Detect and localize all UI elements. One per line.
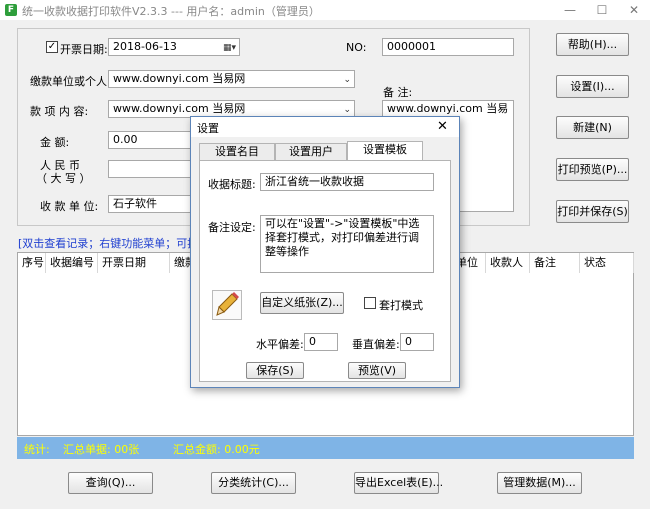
receipt-title-label: 收据标题: — [208, 178, 256, 191]
remark-setting-label: 备注设定: — [208, 221, 256, 234]
column-header-remark[interactable]: 备注 — [530, 253, 580, 273]
invoice-date-checkbox[interactable]: ✓ — [46, 41, 58, 53]
receiver-label: 收 款 单 位: — [40, 200, 99, 213]
chevron-down-icon[interactable]: ⌄ — [343, 103, 351, 117]
template-tab-panel: 收据标题: 浙江省统一收款收据 备注设定: 可以在"设置"->"设置模板"中选择… — [199, 160, 451, 382]
stats-bar: 统计: 汇总单据: 00张 汇总金额: 0.00元 — [17, 437, 634, 459]
rmb-label-line2: （ 大 写 ） — [36, 172, 91, 185]
no-label: NO: — [346, 41, 367, 54]
pencil-icon — [212, 290, 242, 320]
invoice-date-value: 2018-06-13 — [113, 40, 177, 53]
no-field[interactable]: 0000001 — [382, 38, 514, 56]
chevron-down-icon[interactable]: ⌄ — [343, 73, 351, 87]
payer-label: 缴款单位或个人: — [30, 75, 111, 88]
query-button[interactable]: 查询(Q)... — [68, 472, 153, 494]
dialog-title: 设置 — [197, 122, 219, 135]
title-bar: F 统一收款收据打印软件V2.3.3 --- 用户名：admin（管理员） — … — [0, 0, 650, 20]
overprint-label: 套打模式 — [379, 299, 423, 312]
dialog-title-bar: 设置 ✕ — [191, 117, 459, 137]
payer-combo[interactable]: www.downyi.com 当易网 ⌄ — [108, 70, 355, 88]
custom-paper-button[interactable]: 自定义纸张(Z)... — [260, 292, 344, 314]
overprint-checkbox[interactable] — [364, 297, 376, 309]
print-preview-button[interactable]: 打印预览(P)... — [556, 158, 629, 181]
preview-button[interactable]: 预览(V) — [348, 362, 406, 379]
help-button[interactable]: 帮助(H)... — [556, 33, 629, 56]
category-stats-button[interactable]: 分类统计(C)... — [211, 472, 296, 494]
settings-dialog: 设置 ✕ 设置名目 设置用户 设置模板 收据标题: 浙江省统一收款收据 备注设定… — [190, 116, 460, 388]
amount-label: 金 额: — [40, 136, 70, 149]
column-header-receipt-no[interactable]: 收据编号 — [46, 253, 98, 273]
settings-button[interactable]: 设置(I)... — [556, 75, 629, 98]
column-header-status[interactable]: 状态 — [580, 253, 634, 273]
stats-amount: 汇总金额: 0.00元 — [173, 443, 260, 456]
payer-value: www.downyi.com 当易网 — [113, 72, 246, 85]
h-offset-label: 水平偏差: — [256, 338, 304, 351]
list-hint-text: [双击查看记录；右键功能菜单；可按Ct — [18, 237, 211, 250]
item-content-label: 款 项 内 容: — [30, 105, 89, 118]
export-excel-button[interactable]: 导出Excel表(E)... — [354, 472, 443, 494]
item-content-value: www.downyi.com 当易网 — [113, 102, 246, 115]
invoice-date-label: 开票日期: — [60, 43, 108, 56]
column-header-index[interactable]: 序号 — [18, 253, 46, 273]
remark-label: 备 注: — [383, 86, 413, 99]
receipt-title-field[interactable]: 浙江省统一收款收据 — [260, 173, 434, 191]
tab-set-categories[interactable]: 设置名目 — [199, 143, 275, 160]
app-logo-icon: F — [5, 4, 17, 16]
manage-data-button[interactable]: 管理数据(M)... — [497, 472, 582, 494]
column-header-invoice-date[interactable]: 开票日期 — [98, 253, 170, 273]
stats-count: 汇总单据: 00张 — [63, 443, 140, 456]
v-offset-label: 垂直偏差: — [352, 338, 400, 351]
calendar-dropdown-icon[interactable]: ▦▾ — [223, 41, 236, 55]
print-save-button[interactable]: 打印并保存(S) — [556, 200, 629, 223]
remark-setting-textarea[interactable]: 可以在"设置"->"设置模板"中选择套打模式，对打印偏差进行调整等操作 — [260, 215, 434, 273]
v-offset-field[interactable]: 0 — [400, 333, 434, 351]
invoice-date-picker[interactable]: 2018-06-13 ▦▾ — [108, 38, 240, 56]
h-offset-field[interactable]: 0 — [304, 333, 338, 351]
window-title: 统一收款收据打印软件V2.3.3 --- 用户名：admin（管理员） — [22, 5, 320, 18]
stats-label: 统计: — [24, 443, 50, 456]
tab-set-users[interactable]: 设置用户 — [275, 143, 347, 160]
maximize-icon[interactable]: ☐ — [586, 0, 618, 20]
column-header-receiver[interactable]: 收款人 — [486, 253, 530, 273]
close-icon[interactable]: ✕ — [618, 0, 650, 20]
tab-set-template[interactable]: 设置模板 — [347, 141, 423, 161]
minimize-icon[interactable]: — — [554, 0, 586, 20]
save-button[interactable]: 保存(S) — [246, 362, 304, 379]
new-button[interactable]: 新建(N) — [556, 116, 629, 139]
dialog-close-icon[interactable]: ✕ — [437, 119, 448, 134]
